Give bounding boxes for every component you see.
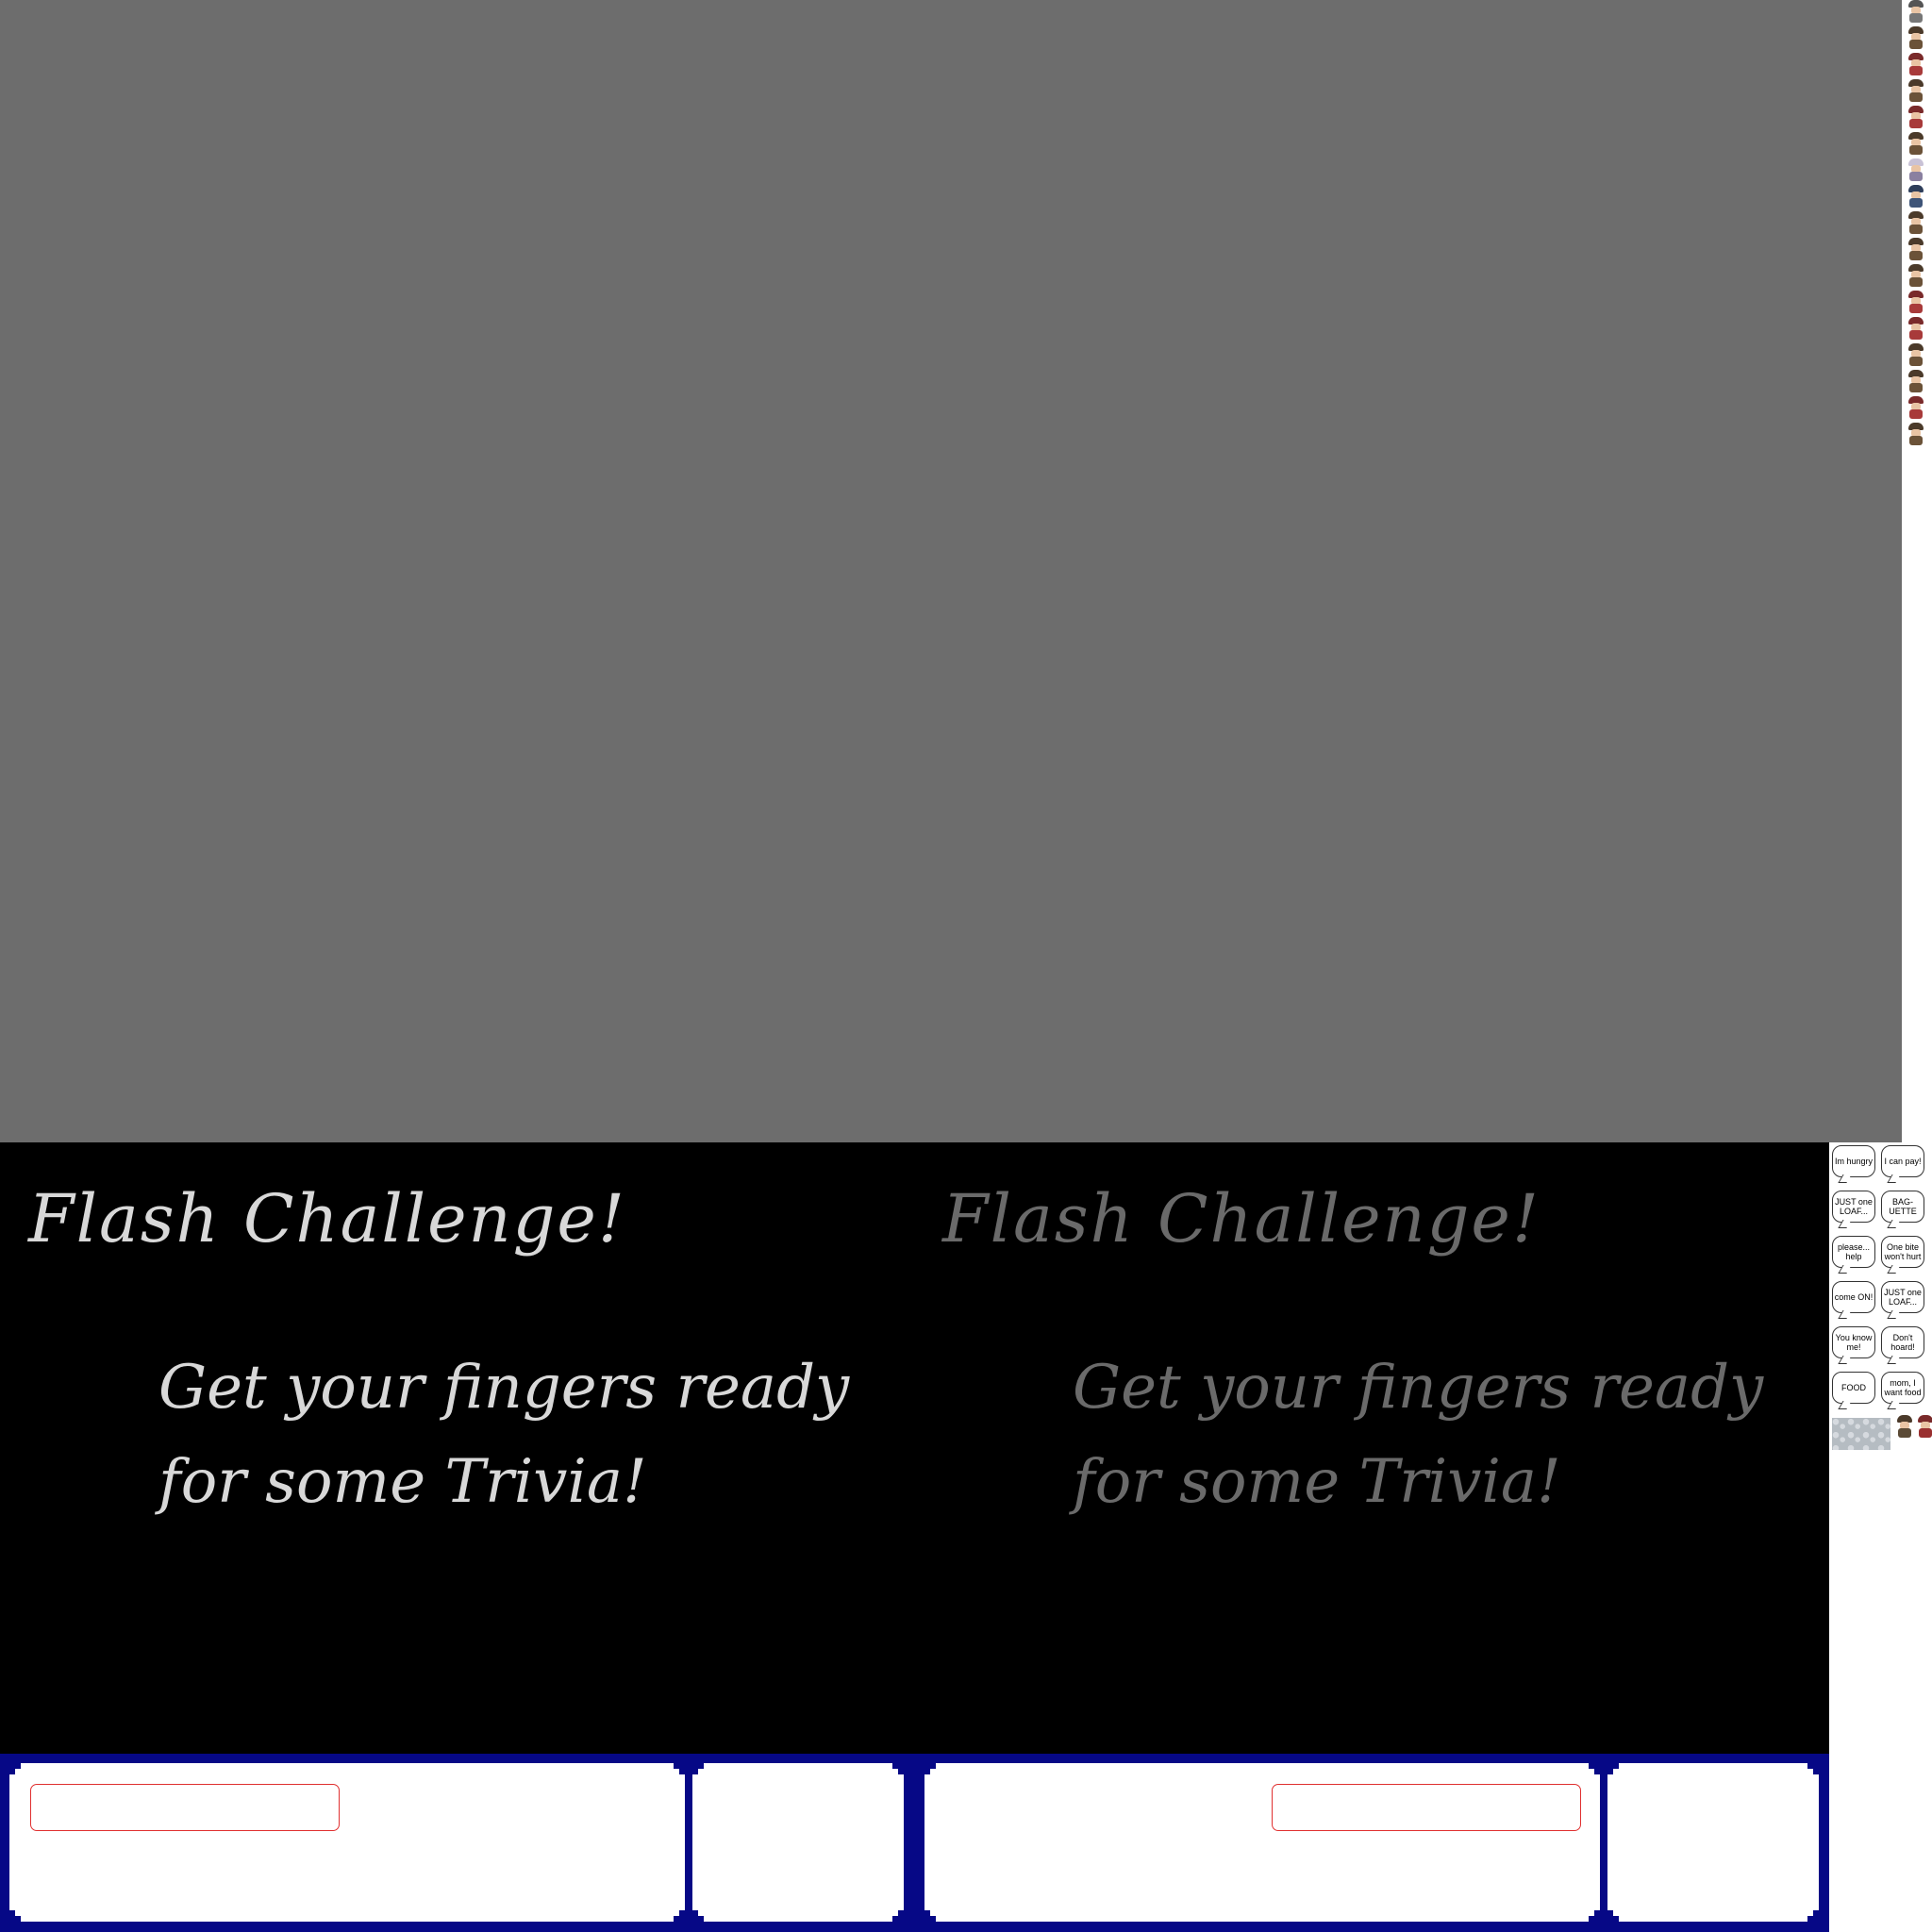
character-sprite — [1906, 26, 1926, 49]
speech-bubble: I can pay! — [1881, 1145, 1924, 1177]
score-panel-right — [1607, 1763, 1819, 1922]
character-sprite — [1906, 291, 1926, 313]
gray-backdrop — [0, 0, 1902, 1142]
intro-slide-dim: Flash Challenge! Get your fingers ready … — [914, 1142, 1829, 1754]
answer-input-right[interactable] — [1272, 1784, 1581, 1831]
slide-title: Flash Challenge! — [942, 1180, 1541, 1257]
speech-bubble: You know me! — [1832, 1326, 1875, 1358]
slide-title: Flash Challenge! — [28, 1180, 626, 1257]
character-sprite — [1906, 185, 1926, 208]
speech-bubble: mom, I want food — [1881, 1372, 1924, 1404]
cobblestone-tile — [1832, 1418, 1890, 1450]
character-sprite — [1906, 158, 1926, 181]
slide-subtitle: Get your fingers ready for some Trivia! — [1073, 1353, 1764, 1517]
character-sprite — [1906, 0, 1926, 23]
character-sprite — [1906, 79, 1926, 102]
character-sprite — [1906, 211, 1926, 234]
character-sprite — [1906, 132, 1926, 155]
character-sprite — [1906, 370, 1926, 392]
speech-bubble: come ON! — [1832, 1281, 1875, 1313]
character-sprite — [1906, 343, 1926, 366]
character-sprite-column — [1902, 0, 1932, 453]
speech-bubble: Don't hoard! — [1881, 1326, 1924, 1358]
slide-subtitle: Get your fingers ready for some Trivia! — [158, 1353, 850, 1517]
character-sprite — [1906, 396, 1926, 419]
answer-input-left[interactable] — [30, 1784, 340, 1831]
character-sprite — [1906, 106, 1926, 128]
character-sprite — [1906, 238, 1926, 260]
speech-bubble: Im hungry — [1832, 1145, 1875, 1177]
speech-bubble: FOOD — [1832, 1372, 1875, 1404]
character-sprite — [1906, 264, 1926, 287]
speech-bubble: please... help — [1832, 1236, 1875, 1268]
intro-slide-light: Flash Challenge! Get your fingers ready … — [0, 1142, 915, 1754]
speech-bubble: JUST one LOAF... — [1881, 1281, 1924, 1313]
character-sprite — [1906, 317, 1926, 340]
speech-bubble: JUST one LOAF... — [1832, 1191, 1875, 1223]
speech-bubble: One bite won't hurt — [1881, 1236, 1924, 1268]
character-sprite — [1906, 423, 1926, 445]
character-sprite — [1894, 1415, 1915, 1438]
character-sprite — [1906, 53, 1926, 75]
speech-bubble: BAG-UETTE — [1881, 1191, 1924, 1223]
intro-panel: Flash Challenge! Get your fingers ready … — [0, 1142, 1829, 1754]
character-sprite — [1915, 1415, 1932, 1438]
score-panel-left — [692, 1763, 904, 1922]
answer-frame — [0, 1754, 1829, 1932]
